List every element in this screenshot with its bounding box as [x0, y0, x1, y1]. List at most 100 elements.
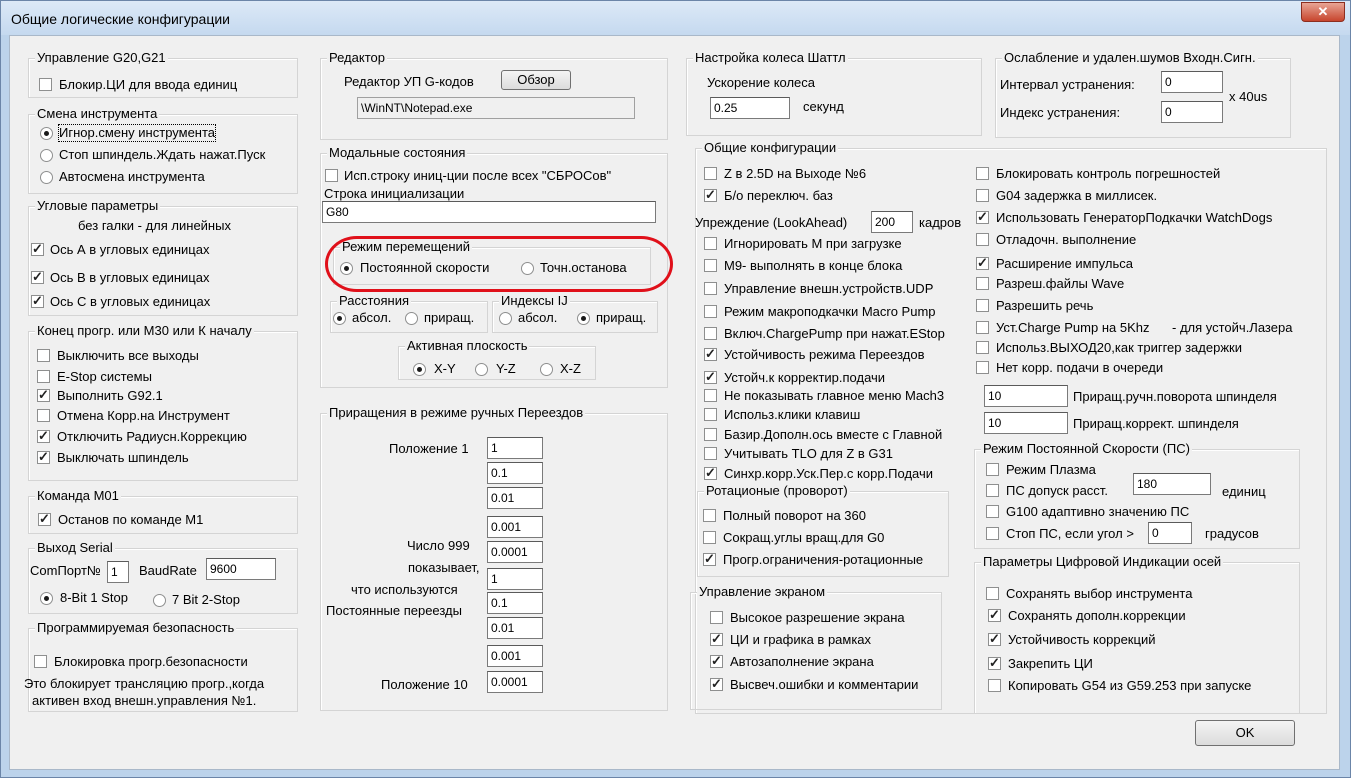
checkbox-chargepump-estop[interactable]	[704, 327, 717, 340]
checkbox-axis-b[interactable]	[31, 269, 44, 285]
checkbox-dro-frames[interactable]	[710, 631, 723, 647]
radio-ij-incremental[interactable]	[577, 312, 590, 325]
checkbox-watchdogs[interactable]	[976, 209, 989, 225]
debounce-interval-input[interactable]: 0	[1161, 71, 1223, 93]
radio-plane-yz[interactable]	[475, 363, 488, 376]
checkbox-safety-lock[interactable]	[34, 655, 47, 668]
jog-increment-input-6[interactable]: 1	[487, 568, 543, 590]
checkbox-m1-stop[interactable]	[38, 511, 51, 527]
checkbox-chargepump-5khz[interactable]	[976, 321, 989, 334]
checkbox-udp[interactable]	[704, 282, 717, 295]
jog-increment-input-2[interactable]: 0.1	[487, 462, 543, 484]
spindle-increment-input[interactable]: 10	[984, 385, 1068, 407]
checkbox-persist-offsets[interactable]	[988, 607, 1001, 623]
checkbox-cv-stop-angle[interactable]	[986, 527, 999, 540]
checkbox-hide-main-menu[interactable]	[704, 389, 717, 402]
checkbox-tlo-g31[interactable]	[704, 447, 717, 460]
radio-tool-auto[interactable]	[40, 171, 53, 184]
checkbox-axis-c[interactable]	[31, 293, 44, 309]
radio-8bit[interactable]	[40, 592, 53, 605]
jog-increment-input-8[interactable]: 0.01	[487, 617, 543, 639]
ok-button[interactable]: OK	[1195, 720, 1295, 746]
checkbox-cutter-comp-off[interactable]	[37, 428, 50, 444]
radio-ij-absolute[interactable]	[499, 312, 512, 325]
radio-plane-xy[interactable]	[413, 363, 426, 376]
checkbox-output20-trigger[interactable]	[976, 341, 989, 354]
init-string-input[interactable]: G80	[322, 201, 656, 223]
checkbox-persistent-feedrate[interactable]	[704, 369, 717, 385]
checkbox-cv-tolerance[interactable]	[986, 484, 999, 497]
checkbox-spindle-off[interactable]	[37, 449, 50, 465]
checkbox-key-clicks[interactable]	[704, 408, 717, 421]
jog-increment-input-9[interactable]: 0.001	[487, 645, 543, 667]
checkbox-rotary-360[interactable]	[703, 509, 716, 522]
radio-plane-xz[interactable]	[540, 363, 553, 376]
checkbox-reinit[interactable]	[325, 169, 338, 182]
checkbox-wave-files[interactable]	[976, 277, 989, 290]
checkbox-speech[interactable]	[976, 299, 989, 312]
checkbox-axis-a[interactable]	[31, 241, 44, 257]
checkbox-copy-g54[interactable]	[988, 679, 1001, 692]
browse-button[interactable]: Обзор	[501, 70, 571, 90]
checkbox-sync-rapid-feed[interactable]	[704, 465, 717, 481]
checkbox-z-output6[interactable]	[704, 167, 717, 180]
radio-tool-ignore[interactable]	[40, 127, 53, 140]
label-pulse-stretch: Расширение импульса	[996, 256, 1133, 271]
checkbox-g20-lock[interactable]	[39, 78, 52, 91]
jog-increment-input-5[interactable]: 0.0001	[487, 541, 543, 563]
label-rotary-shortest: Сокращ.углы вращ.для G0	[723, 530, 885, 545]
checkbox-hires-screen[interactable]	[710, 611, 723, 624]
checkbox-persist-tool[interactable]	[986, 587, 999, 600]
checkbox-block-error-check[interactable]	[976, 167, 989, 180]
checkbox-rotary-shortest[interactable]	[703, 531, 716, 544]
shuttle-accel-input[interactable]: 0.25	[710, 97, 790, 119]
checkbox-debug-run[interactable]	[976, 233, 989, 246]
label-watchdogs: Использовать ГенераторПодкачки WatchDogs	[996, 210, 1273, 225]
checkbox-no-ref-switch[interactable]	[704, 187, 717, 203]
jog-increment-input-1[interactable]: 1	[487, 437, 543, 459]
checkbox-cancel-tool-offset[interactable]	[37, 409, 50, 422]
debounce-index-input[interactable]: 0	[1161, 101, 1223, 123]
jog-increment-input-3[interactable]: 0.01	[487, 487, 543, 509]
label-spindle-increment: Приращ.ручн.поворота шпинделя	[1073, 389, 1277, 404]
checkbox-g04-ms[interactable]	[976, 189, 989, 202]
checkbox-pulse-stretch[interactable]	[976, 255, 989, 271]
jog-increment-input-10[interactable]: 0.0001	[487, 671, 543, 693]
checkbox-estop[interactable]	[37, 370, 50, 383]
checkbox-autoscreen[interactable]	[710, 653, 723, 669]
radio-7bit[interactable]	[153, 594, 166, 607]
checkbox-m9-end[interactable]	[704, 259, 717, 272]
com-port-input[interactable]: 1	[107, 561, 129, 583]
label-outputs-off: Выключить все выходы	[57, 348, 199, 363]
checkbox-show-errors[interactable]	[710, 676, 723, 692]
label-rotary-softlimits: Прогр.ограничения-ротационные	[723, 552, 924, 567]
checkbox-rotary-softlimits[interactable]	[703, 551, 716, 567]
checkbox-no-fro-queue[interactable]	[976, 361, 989, 374]
cv-stop-angle-input[interactable]: 0	[1148, 522, 1192, 544]
checkbox-macro-pump[interactable]	[704, 305, 717, 318]
editor-path-field[interactable]: \WinNT\Notepad.exe	[357, 97, 635, 119]
checkbox-persistent-jog[interactable]	[704, 346, 717, 362]
checkbox-ignore-m[interactable]	[704, 237, 717, 250]
radio-distance-incremental[interactable]	[405, 312, 418, 325]
close-icon[interactable]: ✕	[1301, 2, 1345, 22]
label-lookahead: Упреждение (LookAhead)	[695, 215, 848, 230]
checkbox-outputs-off[interactable]	[37, 349, 50, 362]
spindle-correction-input[interactable]: 10	[984, 412, 1068, 434]
jog-increment-input-4[interactable]: 0.001	[487, 516, 543, 538]
cv-tolerance-input[interactable]: 180	[1133, 473, 1211, 495]
checkbox-g92[interactable]	[37, 387, 50, 403]
checkbox-home-slave[interactable]	[704, 428, 717, 441]
radio-tool-stop[interactable]	[40, 149, 53, 162]
jog-increment-input-7[interactable]: 0.1	[487, 592, 543, 614]
group-title: Настройка колеса Шаттл	[693, 50, 848, 65]
checkbox-persistent-offsets[interactable]	[988, 631, 1001, 647]
radio-distance-absolute[interactable]	[333, 312, 346, 325]
checkbox-lock-dros[interactable]	[988, 655, 1001, 671]
group-title: Смена инструмента	[35, 106, 160, 121]
lookahead-input[interactable]: 200	[871, 211, 913, 233]
baud-rate-input[interactable]: 9600	[206, 558, 276, 580]
checkbox-plasma-mode[interactable]	[986, 463, 999, 476]
label-wave-files: Разреш.файлы Wave	[996, 276, 1125, 291]
checkbox-g100[interactable]	[986, 505, 999, 518]
